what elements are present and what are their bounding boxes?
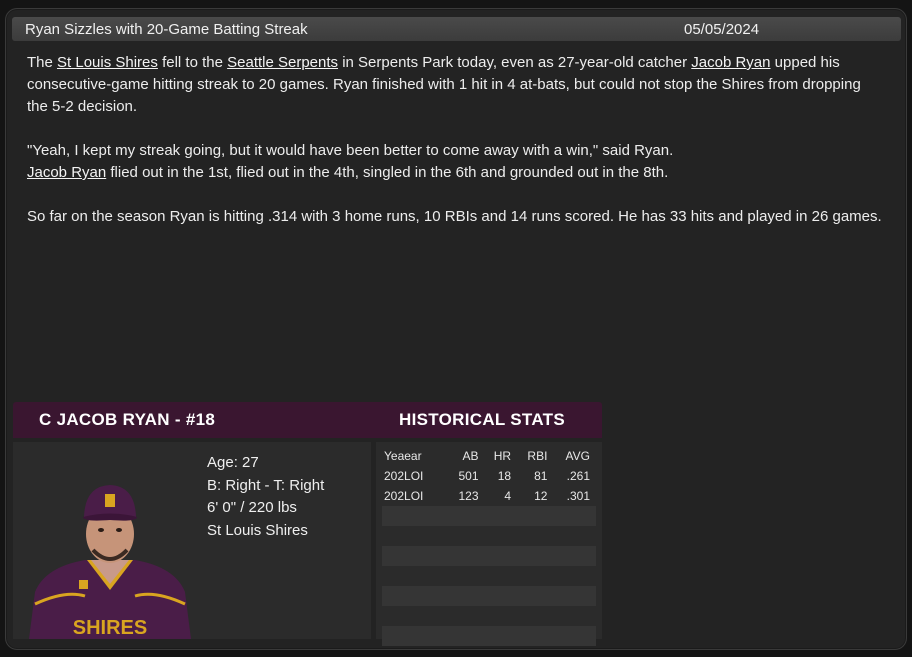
jersey-logo bbox=[79, 580, 88, 589]
cell-year: 202 bbox=[384, 469, 405, 483]
cell-ab: 123 bbox=[448, 486, 485, 506]
cell-team: LOI bbox=[404, 469, 424, 483]
empty-row bbox=[382, 566, 596, 586]
jersey-text: SHIRES bbox=[73, 617, 147, 639]
player-bats-throws: B: Right - T: Right bbox=[207, 476, 325, 494]
text: The bbox=[27, 54, 58, 71]
article-paragraph-2: Jacob Ryan flied out in the 1st, flied o… bbox=[27, 162, 885, 184]
historical-stats-panel: Yeaear AB HR RBI AVG 202LOI 501 18 81 .2… bbox=[376, 442, 602, 646]
article-quote: "Yeah, I kept my streak going, but it wo… bbox=[27, 142, 674, 159]
empty-cell bbox=[382, 566, 596, 586]
empty-cell bbox=[382, 506, 596, 526]
player-age: Age: 27 bbox=[207, 454, 259, 471]
player-bio: Age: 27 B: Right - T: Right 6' 0" / 220 … bbox=[207, 452, 324, 542]
cell-ab: 501 bbox=[448, 466, 485, 486]
empty-row bbox=[382, 526, 596, 546]
empty-row bbox=[382, 606, 596, 626]
player-photo-panel: SHIRES Age: 27 B: Right - T: Right 6' 0"… bbox=[13, 442, 371, 639]
article-date: 05/05/2024 bbox=[684, 21, 760, 38]
text: fell to the bbox=[157, 54, 228, 71]
player-card-header: C JACOB RYAN - #18 HISTORICAL STATS bbox=[13, 402, 602, 438]
col-year-label: Yea bbox=[384, 449, 405, 463]
article-paragraph-1: The St Louis Shires fell to the Seattle … bbox=[27, 52, 885, 118]
empty-cell bbox=[382, 526, 596, 546]
cell-hr: 4 bbox=[484, 486, 518, 506]
historical-stats-table: Yeaear AB HR RBI AVG 202LOI 501 18 81 .2… bbox=[382, 446, 596, 646]
empty-row bbox=[382, 506, 596, 526]
cell-rbi: 12 bbox=[517, 486, 554, 506]
empty-row bbox=[382, 586, 596, 606]
cell-team: LOI bbox=[404, 489, 424, 503]
historical-stats-title: HISTORICAL STATS bbox=[399, 410, 565, 429]
text: in Serpents Park today, even as 27-year-… bbox=[338, 54, 692, 71]
headline-bar: Ryan Sizzles with 20-Game Batting Streak… bbox=[12, 17, 901, 41]
col-year[interactable]: Yeaear bbox=[382, 446, 448, 466]
team-link-seattle-serpents[interactable]: Seattle Serpents bbox=[227, 54, 338, 71]
cell-avg: .261 bbox=[553, 466, 596, 486]
col-avg[interactable]: AVG bbox=[553, 446, 596, 466]
text: flied out in the 1st, flied out in the 4… bbox=[106, 164, 669, 181]
eye-right bbox=[116, 528, 122, 532]
news-window: Ryan Sizzles with 20-Game Batting Streak… bbox=[5, 8, 907, 650]
team-link-st-louis-shires[interactable]: St Louis Shires bbox=[57, 54, 158, 71]
cell-year-team: 202LOI bbox=[382, 466, 449, 486]
empty-cell bbox=[382, 606, 596, 626]
cell-year: 202 bbox=[384, 489, 405, 503]
cell-hr: 18 bbox=[484, 466, 518, 486]
headline: Ryan Sizzles with 20-Game Batting Streak bbox=[25, 21, 308, 38]
empty-row bbox=[382, 626, 596, 646]
table-row[interactable]: 202LOI 123 4 12 .301 bbox=[382, 486, 596, 506]
player-card-title[interactable]: C JACOB RYAN - #18 bbox=[39, 410, 215, 430]
empty-cell bbox=[382, 586, 596, 606]
stats-header-row: Yeaear AB HR RBI AVG bbox=[382, 446, 596, 466]
empty-cell bbox=[382, 626, 596, 646]
player-height-weight: 6' 0" / 220 lbs bbox=[207, 499, 297, 516]
player-link-jacob-ryan[interactable]: Jacob Ryan bbox=[691, 54, 770, 71]
empty-cell bbox=[382, 546, 596, 566]
col-ab[interactable]: AB bbox=[448, 446, 484, 466]
player-team[interactable]: St Louis Shires bbox=[207, 520, 324, 543]
player-portrait: SHIRES bbox=[29, 485, 191, 639]
player-link-jacob-ryan-2[interactable]: Jacob Ryan bbox=[27, 164, 106, 181]
cell-avg: .301 bbox=[553, 486, 596, 506]
eye-left bbox=[98, 528, 104, 532]
col-rbi[interactable]: RBI bbox=[517, 446, 553, 466]
col-hr[interactable]: HR bbox=[485, 446, 518, 466]
table-row[interactable]: 202LOI 501 18 81 .261 bbox=[382, 466, 596, 486]
cell-year-team: 202LOI bbox=[382, 486, 449, 506]
col-team-label: ear bbox=[404, 449, 422, 463]
empty-row bbox=[382, 546, 596, 566]
article-body: The St Louis Shires fell to the Seattle … bbox=[27, 52, 885, 250]
article-paragraph-3: So far on the season Ryan is hitting .31… bbox=[27, 208, 882, 225]
cap-logo bbox=[105, 494, 115, 507]
cell-rbi: 81 bbox=[517, 466, 554, 486]
